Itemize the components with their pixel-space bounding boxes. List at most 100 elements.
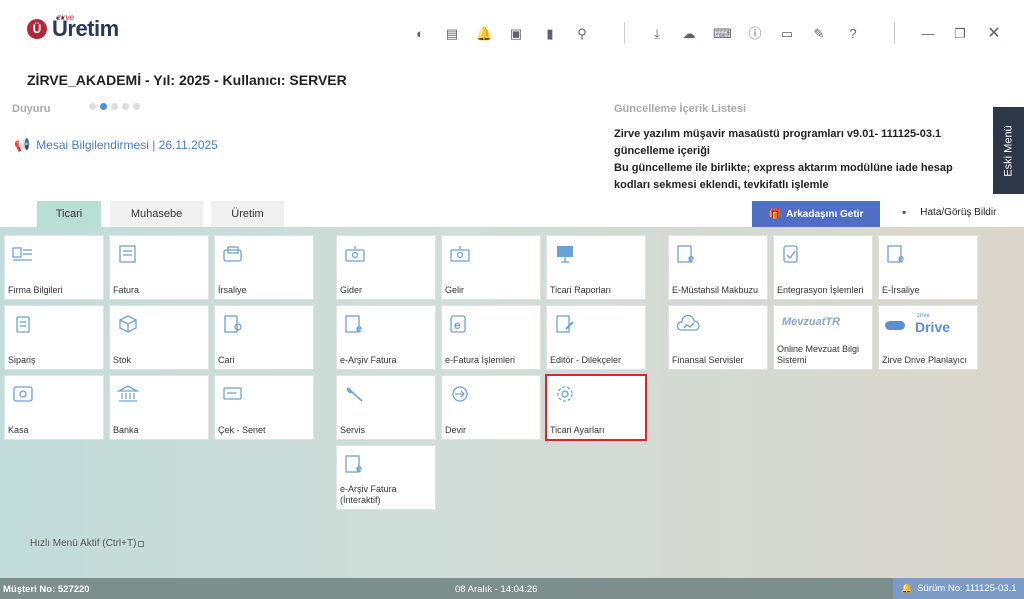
- tile-firma-bilgileri[interactable]: Firma Bilgileri: [4, 235, 104, 300]
- svg-text:e: e: [688, 253, 694, 263]
- toolbar-divider: [624, 22, 625, 44]
- old-menu-button[interactable]: Eski Menü: [993, 107, 1024, 194]
- tile-label: Zirve Drive Planlayıcı: [882, 355, 968, 365]
- wrench-icon: [346, 387, 363, 402]
- cloud-chart-icon: [676, 315, 700, 331]
- tile-e-mustahsil[interactable]: e E-Müstahsil Makbuzu: [668, 235, 768, 300]
- tile-e-arsiv-interaktif[interactable]: e e-Arşiv Fatura (İnteraktif): [336, 445, 436, 510]
- pager-dot[interactable]: [122, 103, 129, 110]
- tab-uretim[interactable]: Üretim: [211, 201, 284, 227]
- e-invoice-icon: e: [450, 315, 466, 333]
- tile-stok[interactable]: Stok: [109, 305, 209, 370]
- tile-editor-dilekceler[interactable]: Editör - Dilekçeler: [546, 305, 646, 370]
- tile-label: Finansal Servisler: [672, 355, 744, 365]
- tile-label: Banka: [113, 425, 139, 435]
- tile-devir[interactable]: Devir: [441, 375, 541, 440]
- bell-icon[interactable]: 🔔: [476, 26, 492, 42]
- status-bar: Müşteri No: 527220 08 Aralık - 14:04:26 …: [0, 578, 1024, 599]
- restore-icon[interactable]: ❐: [952, 26, 968, 42]
- gear-icon: [557, 386, 573, 402]
- tile-e-arsiv-fatura[interactable]: e e-Arşiv Fatura: [336, 305, 436, 370]
- tile-kasa[interactable]: Kasa: [4, 375, 104, 440]
- tile-cari[interactable]: Cari: [214, 305, 314, 370]
- tile-ticari-raporlari[interactable]: Ticari Raporları: [546, 235, 646, 300]
- toolbar-divider: [894, 22, 895, 44]
- update-content: Zirve yazılım müşavir masaüstü programla…: [614, 126, 989, 194]
- datetime: 08 Aralık - 14:04:26: [455, 584, 538, 595]
- tile-label: Servis: [340, 425, 366, 435]
- keyboard-icon[interactable]: ⌨: [713, 26, 732, 42]
- invite-friend-button[interactable]: 🎁 Arkadaşını Getir: [752, 201, 880, 227]
- tile-gelir[interactable]: Gelir: [441, 235, 541, 300]
- feedback-icon: ▪: [902, 205, 907, 219]
- tile-cek-senet[interactable]: Çek - Senet: [214, 375, 314, 440]
- tile-zirve-drive[interactable]: zirve Drive Zirve Drive Planlayıcı: [878, 305, 978, 370]
- update-line: Bu güncelleme ile birlikte; express akta…: [614, 162, 953, 191]
- tile-finansal-servisler[interactable]: Finansal Servisler: [668, 305, 768, 370]
- edit-icon[interactable]: ✎: [811, 26, 827, 42]
- expense-icon: [345, 246, 365, 262]
- cloud-upload-icon[interactable]: ☁: [681, 26, 697, 42]
- pager-dot[interactable]: [111, 103, 118, 110]
- svg-text:e: e: [356, 323, 362, 333]
- tile-entegrasyon[interactable]: Entegrasyon İşlemleri: [773, 235, 873, 300]
- announcement-text: Mesai Bilgilendirmesi | 26.11.2025: [36, 138, 218, 152]
- download-icon[interactable]: ⤓: [649, 26, 665, 42]
- tile-banka[interactable]: Banka: [109, 375, 209, 440]
- tile-label: Ticari Raporları: [550, 285, 612, 295]
- drive-logo: Drive: [915, 319, 951, 335]
- tile-gider[interactable]: Gider: [336, 235, 436, 300]
- tile-online-mevzuat[interactable]: MevzuatTR Online Mevzuat Bilgi Sistemi: [773, 305, 873, 370]
- pager-dot[interactable]: [89, 103, 96, 110]
- clipboard-icon: [16, 316, 30, 333]
- calculator-icon[interactable]: ▤: [444, 26, 460, 42]
- tile-siparis[interactable]: Sipariş: [4, 305, 104, 370]
- tile-e-fatura-islemleri[interactable]: e e-Fatura İşlemleri: [441, 305, 541, 370]
- minimize-icon[interactable]: —: [920, 26, 936, 42]
- tile-label: Gelir: [445, 285, 465, 295]
- tab-ticari[interactable]: Ticari: [37, 201, 101, 227]
- tile-servis[interactable]: Servis: [336, 375, 436, 440]
- megaphone-icon: 📢: [14, 137, 31, 152]
- presentation-icon: [557, 246, 573, 263]
- feedback-button[interactable]: ▪ Hata/Görüş Bildir: [902, 205, 996, 219]
- tab-muhasebe[interactable]: Muhasebe: [110, 201, 203, 227]
- tile-label: İrsaliye: [218, 285, 247, 295]
- tile-label: E-Müstahsil Makbuzu: [672, 285, 759, 295]
- pager-dot[interactable]: [133, 103, 140, 110]
- location-icon[interactable]: ⚲: [574, 26, 590, 42]
- info-icon[interactable]: ⓘ: [747, 26, 763, 42]
- tile-e-irsaliye[interactable]: e E-İrsaliye: [878, 235, 978, 300]
- tile-ticari-ayarlari[interactable]: Ticari Ayarları: [545, 374, 647, 441]
- book-icon[interactable]: ▮: [542, 26, 558, 42]
- tile-label: Fatura: [113, 285, 140, 295]
- close-icon[interactable]: ✕: [986, 26, 1002, 42]
- waybill-icon: [223, 246, 242, 262]
- chat-icon[interactable]: ▭: [779, 26, 795, 42]
- update-line: Zirve yazılım müşavir masaüstü programla…: [614, 128, 942, 157]
- update-title: Güncelleme İçerik Listesi: [614, 103, 747, 115]
- bank-icon: [117, 385, 139, 402]
- e-receipt-icon: e: [677, 245, 694, 263]
- transfer-icon: [452, 386, 468, 402]
- quick-menu-checkbox[interactable]: [138, 540, 145, 547]
- tile-fatura[interactable]: Fatura: [109, 235, 209, 300]
- money-icon[interactable]: ▣: [508, 26, 524, 42]
- moon-icon[interactable]: ◐: [412, 26, 428, 42]
- gift-icon: 🎁: [768, 208, 782, 220]
- help-icon[interactable]: ?: [845, 26, 861, 42]
- e-waybill-icon: e: [887, 245, 904, 263]
- income-icon: [450, 246, 470, 262]
- announcement-message[interactable]: 📢 Mesai Bilgilendirmesi | 26.11.2025: [14, 137, 218, 153]
- logo-mark: Ü: [27, 19, 47, 39]
- pager-dot-active[interactable]: [100, 103, 107, 110]
- quick-menu-toggle[interactable]: Hızlı Menü Aktif (Ctrl+T): [30, 538, 145, 549]
- tile-label: Kasa: [8, 425, 29, 435]
- tile-label: e-Arşiv Fatura (İnteraktif): [340, 484, 397, 505]
- invoice-icon: [119, 245, 136, 263]
- announcement-label: Duyuru: [12, 103, 51, 115]
- announcement-pager[interactable]: [89, 103, 140, 110]
- tile-label: Online Mevzuat Bilgi Sistemi: [777, 344, 860, 365]
- safe-icon: [13, 386, 33, 402]
- tile-irsaliye[interactable]: İrsaliye: [214, 235, 314, 300]
